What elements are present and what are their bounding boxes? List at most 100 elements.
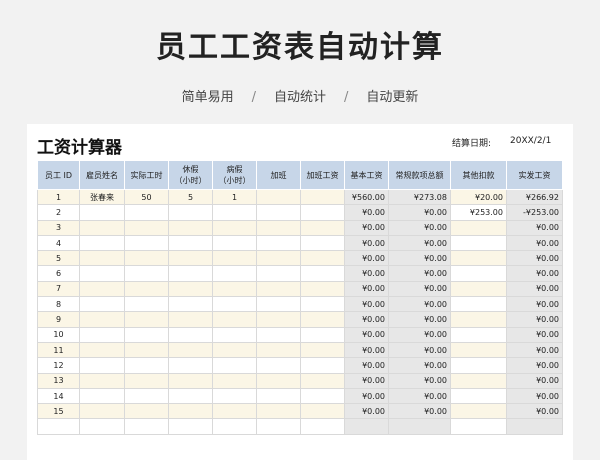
cell-base-pay[interactable]: ¥0.00 bbox=[344, 403, 389, 420]
cell-actual-hours[interactable] bbox=[124, 418, 169, 435]
cell-employee-id[interactable]: 11 bbox=[37, 341, 80, 359]
cell-overtime-pay[interactable] bbox=[300, 204, 345, 221]
cell-employee-name[interactable] bbox=[79, 341, 125, 359]
cell-overtime-pay[interactable] bbox=[300, 418, 345, 435]
cell-base-pay[interactable]: ¥0.00 bbox=[344, 387, 389, 405]
cell-base-pay[interactable]: ¥0.00 bbox=[344, 311, 389, 328]
cell-overtime[interactable] bbox=[256, 280, 301, 298]
cell-sick-hours[interactable] bbox=[212, 296, 257, 313]
cell-sick-hours[interactable] bbox=[212, 204, 257, 221]
cell-employee-name[interactable] bbox=[79, 204, 125, 221]
cell-sick-hours[interactable] bbox=[212, 250, 257, 267]
cell-sick-hours[interactable] bbox=[212, 418, 257, 435]
cell-overtime[interactable] bbox=[256, 326, 301, 343]
cell-overtime-pay[interactable] bbox=[300, 250, 345, 267]
cell-employee-name[interactable] bbox=[79, 357, 125, 374]
cell-other-deductions[interactable] bbox=[450, 265, 507, 282]
cell-actual-hours[interactable] bbox=[124, 387, 169, 405]
cell-employee-name[interactable] bbox=[79, 250, 125, 267]
cell-actual-hours[interactable] bbox=[124, 204, 169, 221]
cell-overtime[interactable] bbox=[256, 219, 301, 236]
cell-base-pay[interactable]: ¥0.00 bbox=[344, 296, 389, 313]
cell-net-pay[interactable]: ¥0.00 bbox=[506, 296, 563, 313]
cell-net-pay[interactable]: ¥0.00 bbox=[506, 234, 563, 252]
cell-vacation-hours[interactable] bbox=[168, 418, 213, 435]
cell-actual-hours[interactable] bbox=[124, 296, 169, 313]
cell-actual-hours[interactable] bbox=[124, 265, 169, 282]
cell-actual-hours[interactable] bbox=[124, 280, 169, 298]
cell-overtime[interactable] bbox=[256, 234, 301, 252]
cell-overtime-pay[interactable] bbox=[300, 188, 345, 206]
cell-employee-id[interactable]: 12 bbox=[37, 357, 80, 374]
cell-sick-hours[interactable] bbox=[212, 357, 257, 374]
cell-base-pay[interactable]: ¥0.00 bbox=[344, 234, 389, 252]
cell-regular-total[interactable]: ¥0.00 bbox=[388, 265, 451, 282]
cell-base-pay[interactable]: ¥0.00 bbox=[344, 204, 389, 221]
cell-employee-id[interactable]: 14 bbox=[37, 387, 80, 405]
cell-employee-id[interactable]: 15 bbox=[37, 403, 80, 420]
cell-employee-name[interactable] bbox=[79, 372, 125, 389]
cell-overtime[interactable] bbox=[256, 250, 301, 267]
cell-net-pay[interactable]: ¥266.92 bbox=[506, 188, 563, 206]
cell-overtime[interactable] bbox=[256, 311, 301, 328]
cell-vacation-hours[interactable] bbox=[168, 372, 213, 389]
cell-vacation-hours[interactable] bbox=[168, 280, 213, 298]
cell-sick-hours[interactable] bbox=[212, 326, 257, 343]
cell-base-pay[interactable]: ¥0.00 bbox=[344, 219, 389, 236]
cell-sick-hours[interactable] bbox=[212, 234, 257, 252]
cell-employee-name[interactable] bbox=[79, 234, 125, 252]
cell-overtime-pay[interactable] bbox=[300, 234, 345, 252]
cell-employee-name[interactable] bbox=[79, 265, 125, 282]
cell-vacation-hours[interactable] bbox=[168, 204, 213, 221]
cell-other-deductions[interactable] bbox=[450, 387, 507, 405]
cell-overtime-pay[interactable] bbox=[300, 311, 345, 328]
cell-vacation-hours[interactable] bbox=[168, 234, 213, 252]
cell-regular-total[interactable]: ¥0.00 bbox=[388, 219, 451, 236]
cell-net-pay[interactable]: ¥0.00 bbox=[506, 357, 563, 374]
cell-employee-name[interactable] bbox=[79, 403, 125, 420]
cell-employee-name[interactable] bbox=[79, 311, 125, 328]
cell-overtime-pay[interactable] bbox=[300, 341, 345, 359]
cell-other-deductions[interactable]: ¥20.00 bbox=[450, 188, 507, 206]
cell-regular-total[interactable]: ¥0.00 bbox=[388, 357, 451, 374]
cell-sick-hours[interactable] bbox=[212, 403, 257, 420]
cell-regular-total[interactable]: ¥0.00 bbox=[388, 234, 451, 252]
cell-sick-hours[interactable] bbox=[212, 311, 257, 328]
cell-regular-total[interactable]: ¥0.00 bbox=[388, 372, 451, 389]
cell-overtime[interactable] bbox=[256, 265, 301, 282]
cell-vacation-hours[interactable]: 5 bbox=[168, 188, 213, 206]
cell-actual-hours[interactable] bbox=[124, 357, 169, 374]
cell-employee-name[interactable] bbox=[79, 387, 125, 405]
cell-employee-id[interactable]: 2 bbox=[37, 204, 80, 221]
cell-regular-total[interactable]: ¥0.00 bbox=[388, 403, 451, 420]
cell-vacation-hours[interactable] bbox=[168, 357, 213, 374]
cell-regular-total[interactable]: ¥0.00 bbox=[388, 326, 451, 343]
cell-regular-total[interactable]: ¥0.00 bbox=[388, 311, 451, 328]
cell-vacation-hours[interactable] bbox=[168, 326, 213, 343]
cell-base-pay[interactable]: ¥0.00 bbox=[344, 265, 389, 282]
cell-actual-hours[interactable] bbox=[124, 372, 169, 389]
cell-employee-name[interactable] bbox=[79, 219, 125, 236]
cell-employee-id[interactable]: 7 bbox=[37, 280, 80, 298]
cell-vacation-hours[interactable] bbox=[168, 403, 213, 420]
cell-net-pay[interactable] bbox=[506, 418, 563, 435]
cell-overtime-pay[interactable] bbox=[300, 265, 345, 282]
cell-other-deductions[interactable]: ¥253.00 bbox=[450, 204, 507, 221]
cell-regular-total[interactable]: ¥0.00 bbox=[388, 280, 451, 298]
cell-net-pay[interactable]: ¥0.00 bbox=[506, 372, 563, 389]
cell-overtime-pay[interactable] bbox=[300, 372, 345, 389]
cell-employee-id[interactable]: 1 bbox=[37, 188, 80, 206]
cell-regular-total[interactable]: ¥0.00 bbox=[388, 387, 451, 405]
cell-overtime[interactable] bbox=[256, 188, 301, 206]
cell-overtime[interactable] bbox=[256, 204, 301, 221]
cell-sick-hours[interactable] bbox=[212, 219, 257, 236]
cell-other-deductions[interactable] bbox=[450, 403, 507, 420]
cell-base-pay[interactable]: ¥0.00 bbox=[344, 280, 389, 298]
cell-overtime-pay[interactable] bbox=[300, 387, 345, 405]
cell-base-pay[interactable]: ¥560.00 bbox=[344, 188, 389, 206]
cell-regular-total[interactable]: ¥0.00 bbox=[388, 296, 451, 313]
cell-employee-id[interactable]: 8 bbox=[37, 296, 80, 313]
cell-vacation-hours[interactable] bbox=[168, 296, 213, 313]
cell-other-deductions[interactable] bbox=[450, 219, 507, 236]
cell-employee-id[interactable]: 9 bbox=[37, 311, 80, 328]
